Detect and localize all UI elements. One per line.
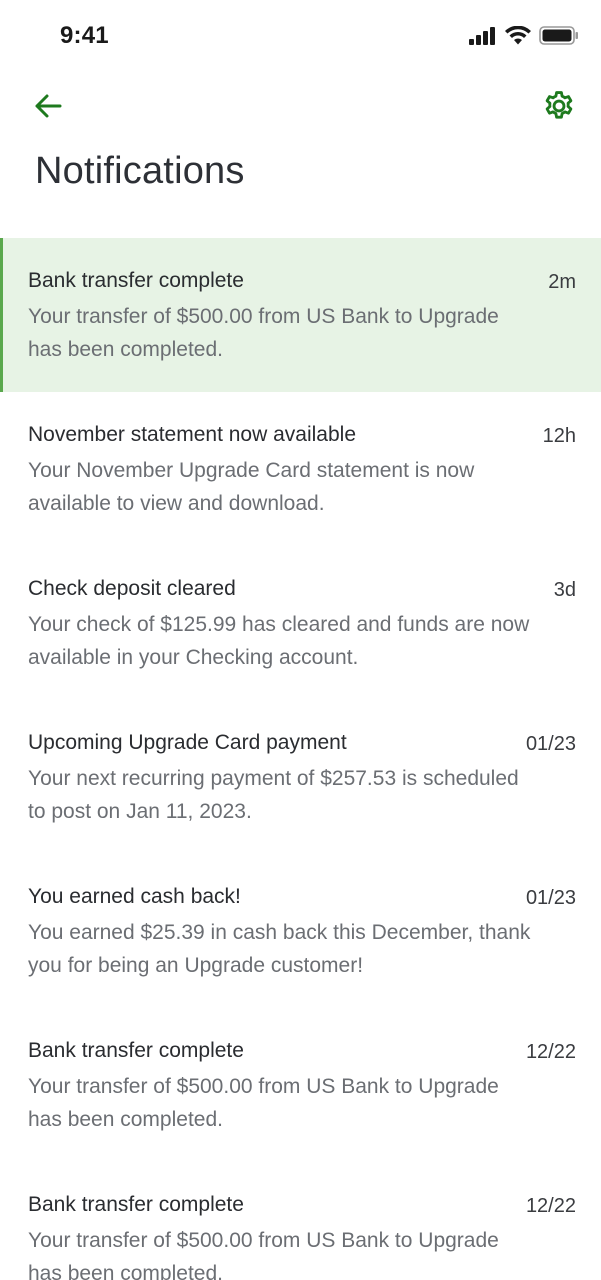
- notification-item[interactable]: November statement now available 12h You…: [0, 392, 601, 546]
- notification-title: Bank transfer complete: [28, 1193, 244, 1216]
- notification-item[interactable]: Bank transfer complete 12/22 Your transf…: [0, 1008, 601, 1162]
- notification-body: Your check of $125.99 has cleared and fu…: [28, 613, 530, 669]
- status-icons: [469, 25, 579, 50]
- notification-time: 12/22: [525, 1195, 576, 1217]
- arrow-left-icon: [34, 93, 62, 124]
- notification-title: November statement now available: [28, 423, 357, 446]
- notification-time: 2m: [548, 271, 576, 293]
- notification-body: You earned $25.39 in cash back this Dece…: [28, 921, 531, 977]
- notification-body: Your November Upgrade Card statement is …: [28, 459, 475, 515]
- battery-icon: [539, 26, 579, 50]
- notification-title: Bank transfer complete: [28, 1039, 244, 1062]
- notification-item[interactable]: Check deposit cleared 3d Your check of $…: [0, 546, 601, 700]
- notification-title: Upcoming Upgrade Card payment: [28, 731, 347, 754]
- notification-time: 01/23: [525, 887, 576, 909]
- status-bar: 9:41: [0, 0, 601, 78]
- notification-item[interactable]: Bank transfer complete 2m Your transfer …: [0, 238, 601, 392]
- notifications-screen: 9:41 Notifications Bank transfer complet…: [0, 0, 601, 1280]
- notification-time: 12/22: [525, 1041, 576, 1063]
- notification-item[interactable]: Bank transfer complete 12/22 Your transf…: [0, 1162, 601, 1280]
- page-title: Notifications: [35, 150, 245, 192]
- notification-title: Check deposit cleared: [28, 577, 236, 600]
- status-time: 9:41: [60, 22, 109, 49]
- notification-body: Your next recurring payment of $257.53 i…: [28, 767, 519, 823]
- notification-list: Bank transfer complete 2m Your transfer …: [0, 238, 601, 1280]
- notification-body: Your transfer of $500.00 from US Bank to…: [28, 1075, 499, 1131]
- notification-body: Your transfer of $500.00 from US Bank to…: [28, 1229, 499, 1280]
- notification-time: 01/23: [525, 733, 576, 755]
- wifi-icon: [505, 25, 531, 50]
- notification-time: 12h: [542, 425, 576, 447]
- notification-item[interactable]: You earned cash back! 01/23 You earned $…: [0, 854, 601, 1008]
- notification-item[interactable]: Upcoming Upgrade Card payment 01/23 Your…: [0, 700, 601, 854]
- notification-title: You earned cash back!: [28, 885, 241, 908]
- notification-title: Bank transfer complete: [28, 269, 244, 292]
- signal-icon: [469, 26, 497, 50]
- back-button[interactable]: [28, 88, 68, 128]
- settings-button[interactable]: [539, 88, 579, 128]
- notification-body: Your transfer of $500.00 from US Bank to…: [28, 305, 499, 361]
- gear-icon: [542, 89, 576, 128]
- notification-time: 3d: [553, 579, 576, 601]
